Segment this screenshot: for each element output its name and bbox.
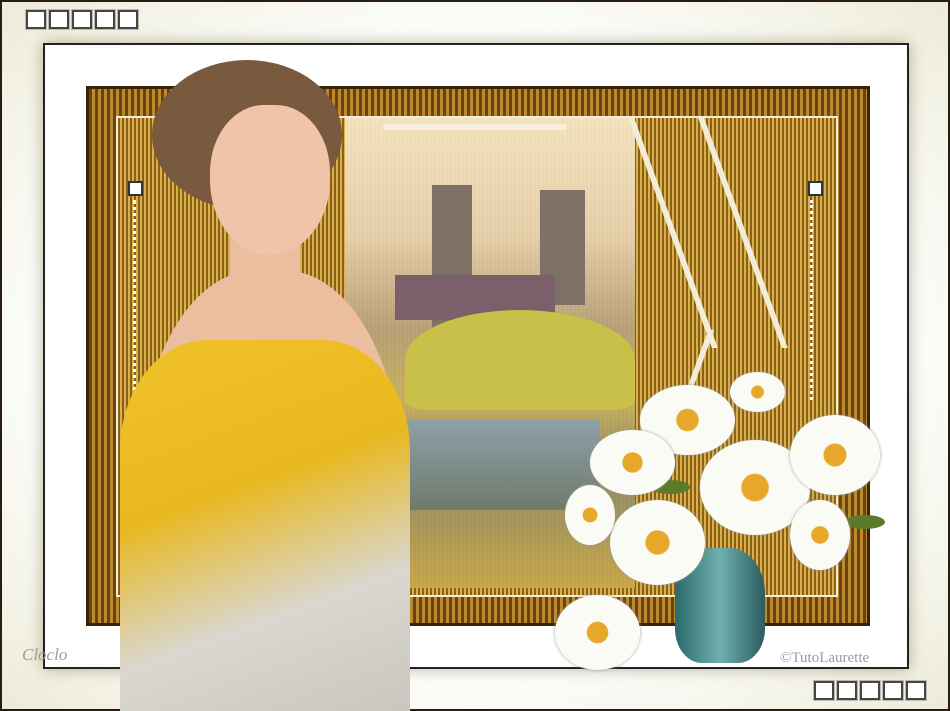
top-bar-ornament (383, 124, 567, 130)
white-flower (555, 595, 640, 670)
leaf (845, 515, 885, 529)
corner-squares-top-left (26, 10, 138, 29)
deco-square (808, 181, 823, 196)
white-flower (730, 372, 785, 412)
white-flower (610, 500, 705, 585)
twist-ornament (810, 200, 823, 400)
watermark-cloclo: Cloclo (22, 645, 68, 664)
trees (405, 310, 635, 410)
yellow-dress (120, 340, 410, 711)
white-flower (790, 500, 850, 570)
deco-square (128, 181, 143, 196)
woman-face (210, 105, 330, 255)
white-flower (590, 430, 675, 495)
white-flower (790, 415, 880, 495)
corner-squares-bottom-right (814, 681, 926, 700)
copyright-text: ©TutoLaurette (780, 650, 870, 666)
white-flower (565, 485, 615, 545)
